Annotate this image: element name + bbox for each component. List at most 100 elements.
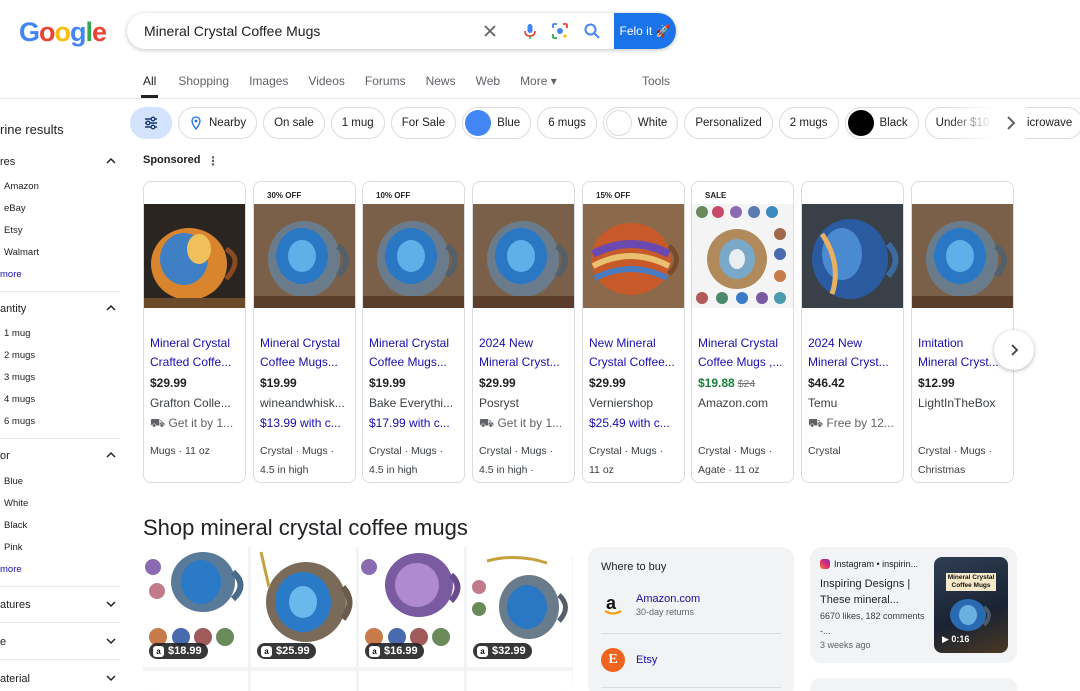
chevron-down-icon[interactable] <box>106 599 116 609</box>
chip-6-mugs[interactable]: 6 mugs <box>537 107 597 139</box>
product-image[interactable] <box>254 204 355 308</box>
tab-videos[interactable]: Videos <box>308 74 344 98</box>
chip-label: Nearby <box>209 117 247 129</box>
all-filters-button[interactable] <box>130 107 172 139</box>
post-text[interactable]: Inspiring Designs | These mineral... <box>820 576 930 608</box>
sidebar-item-1-mug[interactable]: 1 mug <box>4 328 30 339</box>
chip-1-mug[interactable]: 1 mug <box>330 107 385 139</box>
sidebar-more-colors[interactable]: more <box>0 564 22 575</box>
tab-forums[interactable]: Forums <box>365 74 406 98</box>
sidebar-item-walmart[interactable]: Walmart <box>4 247 39 258</box>
chip-black[interactable]: Black <box>844 107 919 139</box>
product-image[interactable] <box>583 204 684 308</box>
thumbnail-caption: Mineral Crystal Coffee Mugs <box>946 573 996 591</box>
chip-blue[interactable]: Blue <box>462 107 532 139</box>
tile-price: a $18.99 <box>149 643 208 659</box>
product-image[interactable] <box>912 204 1013 308</box>
search-icon[interactable] <box>582 21 602 41</box>
chip-2-mugs[interactable]: 2 mugs <box>778 107 839 139</box>
product-card[interactable]: Imitation Mineral Cryst... $12.99 LightIn… <box>911 181 1014 483</box>
product-tile[interactable] <box>143 671 248 691</box>
microphone-icon[interactable] <box>520 21 540 41</box>
product-tile[interactable] <box>251 671 356 691</box>
store-link-etsy[interactable]: Etsy <box>636 654 657 666</box>
product-card[interactable]: SALE Mineral Crystal Coffee Mugs ,... $19… <box>691 181 794 483</box>
sidebar-item-2-mugs[interactable]: 2 mugs <box>4 350 35 361</box>
product-image[interactable] <box>692 204 793 308</box>
sidebar-section-color[interactable]: or <box>0 450 120 462</box>
sidebar-more-stores[interactable]: more <box>0 269 22 280</box>
chip-for-sale[interactable]: For Sale <box>390 107 457 139</box>
lens-icon[interactable] <box>550 21 570 41</box>
product-image[interactable] <box>473 204 574 308</box>
amazon-logo-icon: a <box>601 592 625 616</box>
product-tile[interactable]: a $16.99 <box>359 547 464 667</box>
search-box[interactable]: Mineral Crystal Coffee Mugs Felo it 🚀 <box>127 13 676 49</box>
product-card[interactable]: 2024 New Mineral Cryst... $46.42 Temu ⛟ F… <box>801 181 904 483</box>
product-title[interactable]: New Mineral Crystal Coffee... <box>589 334 681 372</box>
chevron-up-icon[interactable] <box>106 303 116 313</box>
tab-images[interactable]: Images <box>249 74 288 98</box>
product-title[interactable]: Mineral Crystal Coffee Mugs... <box>369 334 461 372</box>
sidebar-item-3-mugs[interactable]: 3 mugs <box>4 372 35 383</box>
product-title[interactable]: Mineral Crystal Coffee Mugs... <box>260 334 352 372</box>
more-options-icon[interactable]: ⋮ <box>207 154 219 168</box>
sidebar-item-pink[interactable]: Pink <box>4 542 22 553</box>
chevron-right-icon[interactable] <box>1003 115 1019 131</box>
product-tile[interactable] <box>467 671 572 691</box>
social-post-card[interactable]: Instagram • inspirin... Inspiring Design… <box>810 547 1017 663</box>
search-input[interactable]: Mineral Crystal Coffee Mugs <box>144 23 320 39</box>
chevron-down-icon[interactable] <box>106 673 116 683</box>
product-card[interactable]: 2024 New Mineral Cryst... $29.99 Posryst … <box>472 181 575 483</box>
product-title[interactable]: 2024 New Mineral Cryst... <box>808 334 900 372</box>
clear-icon[interactable] <box>480 21 500 41</box>
product-tile[interactable] <box>359 671 464 691</box>
product-title[interactable]: Mineral Crystal Crafted Coffe... <box>150 334 242 372</box>
product-tile[interactable]: a $18.99 <box>143 547 248 667</box>
tab-news[interactable]: News <box>426 74 456 98</box>
product-card[interactable]: 30% OFF Mineral Crystal Coffee Mugs... $1… <box>253 181 356 483</box>
product-price: $29.99 <box>589 376 626 390</box>
product-card[interactable]: Mineral Crystal Crafted Coffe... $29.99 G… <box>143 181 246 483</box>
chip-nearby[interactable]: Nearby <box>178 107 258 139</box>
tab-more[interactable]: More ▾ <box>520 74 557 98</box>
sidebar-section-features[interactable]: atures <box>0 599 120 611</box>
product-image[interactable] <box>144 204 245 308</box>
product-image[interactable] <box>363 204 464 308</box>
store-link-amazon[interactable]: Amazon.com <box>636 593 700 605</box>
product-tile[interactable]: a $32.99 <box>467 547 572 667</box>
sidebar-section-stores[interactable]: res <box>0 156 120 168</box>
sidebar-item-black[interactable]: Black <box>4 520 27 531</box>
sidebar-section-material[interactable]: aterial <box>0 673 120 685</box>
sidebar-section-quantity[interactable]: antity <box>0 303 120 315</box>
sidebar-item-4-mugs[interactable]: 4 mugs <box>4 394 35 405</box>
sidebar-item-white[interactable]: White <box>4 498 28 509</box>
chevron-up-icon[interactable] <box>106 450 116 460</box>
carousel-next-button[interactable] <box>994 330 1034 370</box>
chevron-down-icon[interactable] <box>106 636 116 646</box>
sidebar-item-6-mugs[interactable]: 6 mugs <box>4 416 35 427</box>
video-thumbnail[interactable]: Mineral Crystal Coffee Mugs ▶ 0:16 <box>934 557 1008 653</box>
chip-personalized[interactable]: Personalized <box>684 107 773 139</box>
felo-it-button[interactable]: Felo it 🚀 <box>614 13 676 49</box>
tab-all[interactable]: All <box>141 74 159 98</box>
sidebar-item-etsy[interactable]: Etsy <box>4 225 22 236</box>
product-title[interactable]: Mineral Crystal Coffee Mugs ,... <box>698 334 790 372</box>
sidebar-item-blue[interactable]: Blue <box>4 476 23 487</box>
next-social-card[interactable] <box>810 678 1017 691</box>
sidebar-item-ebay[interactable]: eBay <box>4 203 26 214</box>
chip-on-sale[interactable]: On sale <box>263 107 325 139</box>
sidebar-section-size[interactable]: e <box>0 636 120 648</box>
chip-white[interactable]: White <box>602 107 679 139</box>
tab-shopping[interactable]: Shopping <box>178 74 229 98</box>
product-card[interactable]: 10% OFF Mineral Crystal Coffee Mugs... $1… <box>362 181 465 483</box>
tools-button[interactable]: Tools <box>642 74 670 88</box>
chevron-up-icon[interactable] <box>106 156 116 166</box>
product-image[interactable] <box>802 204 903 308</box>
product-tile[interactable]: a $25.99 <box>251 547 356 667</box>
sidebar-item-amazon[interactable]: Amazon <box>4 181 39 192</box>
product-card[interactable]: 15% OFF New Mineral Crystal Coffee... $29… <box>582 181 685 483</box>
google-logo[interactable]: Google <box>19 17 107 48</box>
product-title[interactable]: 2024 New Mineral Cryst... <box>479 334 571 372</box>
tab-web[interactable]: Web <box>476 74 500 98</box>
